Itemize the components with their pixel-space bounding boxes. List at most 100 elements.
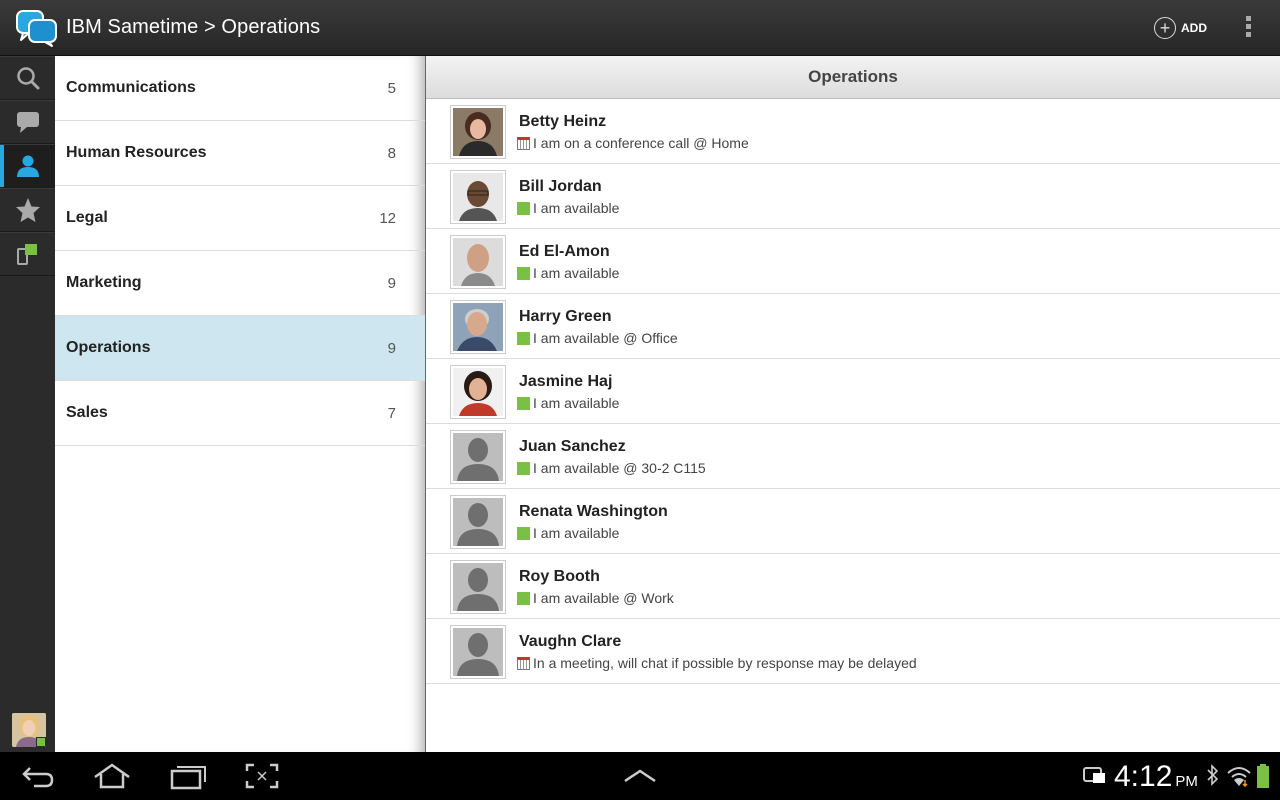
contact-name: Vaughn Clare xyxy=(519,633,622,650)
contact-status: I am on a conference call @ Home xyxy=(517,135,749,151)
group-count: 9 xyxy=(387,274,396,292)
group-row-selected[interactable]: Operations 9 xyxy=(55,316,426,381)
available-status-icon xyxy=(517,526,530,540)
contact-photo[interactable] xyxy=(450,105,506,159)
group-row[interactable]: Legal 12 xyxy=(55,186,426,251)
contact-status: I am available @ Office xyxy=(517,330,678,346)
available-status-icon xyxy=(517,266,530,280)
contact-photo[interactable] xyxy=(450,430,506,484)
group-count: 7 xyxy=(387,404,396,422)
contact-row[interactable]: Juan Sanchez I am available @ 30-2 C115 xyxy=(426,424,1280,489)
contact-row[interactable]: Roy Booth I am available @ Work xyxy=(426,554,1280,619)
contact-status: I am available @ 30-2 C115 xyxy=(517,460,706,476)
system-clock: 4:12 PM xyxy=(1114,760,1198,794)
group-name: Marketing xyxy=(66,274,142,291)
contact-photo[interactable] xyxy=(450,365,506,419)
group-name: Legal xyxy=(66,209,108,226)
status-text: I am available xyxy=(533,525,620,541)
contact-status: In a meeting, will chat if possible by r… xyxy=(517,655,917,671)
contact-name: Bill Jordan xyxy=(519,178,602,195)
overflow-menu-icon[interactable] xyxy=(1238,16,1258,40)
group-row[interactable]: Human Resources 8 xyxy=(55,121,426,186)
person-placeholder-icon xyxy=(453,628,503,676)
navigation-rail xyxy=(0,56,55,752)
contact-status: I am available xyxy=(517,525,619,541)
favorites-icon xyxy=(15,198,40,222)
person-placeholder-icon xyxy=(453,563,503,611)
clock-ampm: PM xyxy=(1175,773,1198,790)
contact-name: Ed El-Amon xyxy=(519,243,610,260)
my-avatar[interactable] xyxy=(12,713,46,747)
group-row[interactable]: Sales 7 xyxy=(55,381,426,446)
available-status-icon xyxy=(517,331,530,345)
rail-favorites[interactable] xyxy=(0,188,55,232)
status-text: In a meeting, will chat if possible by r… xyxy=(533,655,917,671)
status-text: I am available xyxy=(533,265,620,281)
contact-name: Betty Heinz xyxy=(519,113,607,130)
group-row[interactable]: Marketing 9 xyxy=(55,251,426,316)
contact-name: Renata Washington xyxy=(519,503,668,520)
add-button[interactable]: + ADD xyxy=(1154,16,1207,40)
contact-name: Jasmine Haj xyxy=(519,373,613,390)
contact-row[interactable]: Renata Washington I am available xyxy=(426,489,1280,554)
contact-photo[interactable] xyxy=(450,625,506,679)
contact-photo[interactable] xyxy=(450,170,506,224)
groups-list: Communications 5 Human Resources 8 Legal… xyxy=(55,56,426,752)
recent-apps-icon[interactable] xyxy=(168,762,208,790)
contact-row[interactable]: Ed El-Amon I am available xyxy=(426,229,1280,294)
contacts-icon xyxy=(16,155,39,177)
contact-row[interactable]: Jasmine Haj I am available xyxy=(426,359,1280,424)
home-icon[interactable] xyxy=(92,762,132,790)
contacts-pane: Operations Betty Heinz I am on a conferen… xyxy=(426,56,1280,752)
available-status-icon xyxy=(517,201,530,215)
person-placeholder-icon xyxy=(453,433,503,481)
calendar-status-icon xyxy=(517,136,530,150)
sametime-notification-icon xyxy=(1083,767,1105,783)
contact-status: I am available xyxy=(517,265,619,281)
rail-contacts[interactable] xyxy=(0,144,55,188)
contact-list: Betty Heinz I am on a conference call @ H… xyxy=(426,99,1280,684)
contact-photo[interactable] xyxy=(450,560,506,614)
status-text: I am available @ Work xyxy=(533,590,674,606)
available-status-icon xyxy=(517,396,530,410)
back-icon[interactable] xyxy=(20,762,56,790)
contact-row[interactable]: Harry Green I am available @ Office xyxy=(426,294,1280,359)
contact-photo[interactable] xyxy=(450,300,506,354)
pane-title: Operations xyxy=(426,56,1280,99)
app-title: IBM Sametime > Operations xyxy=(66,16,321,38)
group-count: 9 xyxy=(387,339,396,357)
add-button-label: ADD xyxy=(1181,21,1207,35)
add-circle-icon: + xyxy=(1154,17,1176,39)
group-count: 12 xyxy=(379,209,396,227)
my-status-dot xyxy=(36,737,46,747)
action-bar: IBM Sametime > Operations + ADD xyxy=(0,0,1280,56)
group-name: Operations xyxy=(66,339,151,356)
calendar-status-icon xyxy=(517,656,530,670)
person-photo-icon xyxy=(453,173,503,221)
devices-icon xyxy=(16,244,37,265)
bluetooth-icon xyxy=(1207,764,1219,786)
rail-chats[interactable] xyxy=(0,100,55,144)
contact-row[interactable]: Bill Jordan I am available xyxy=(426,164,1280,229)
available-status-icon xyxy=(517,591,530,605)
contact-row[interactable]: Vaughn Clare In a meeting, will chat if p… xyxy=(426,619,1280,684)
available-status-icon xyxy=(517,461,530,475)
contact-photo[interactable] xyxy=(450,235,506,289)
contact-status: I am available xyxy=(517,200,619,216)
group-count: 8 xyxy=(387,144,396,162)
contact-row[interactable]: Betty Heinz I am on a conference call @ H… xyxy=(426,99,1280,164)
contact-name: Roy Booth xyxy=(519,568,600,585)
contact-photo[interactable] xyxy=(450,495,506,549)
rail-search[interactable] xyxy=(0,56,55,100)
group-row[interactable]: Communications 5 xyxy=(55,56,426,121)
screenshot-icon[interactable] xyxy=(244,762,280,790)
clock-time: 4:12 xyxy=(1114,760,1173,793)
chevron-up-icon[interactable] xyxy=(622,762,658,790)
person-photo-icon xyxy=(453,303,503,351)
group-name: Communications xyxy=(66,79,196,96)
contact-status: I am available xyxy=(517,395,619,411)
rail-devices[interactable] xyxy=(0,232,55,276)
sametime-logo-icon[interactable] xyxy=(15,9,59,47)
battery-icon xyxy=(1257,764,1269,788)
person-photo-icon xyxy=(453,108,503,156)
